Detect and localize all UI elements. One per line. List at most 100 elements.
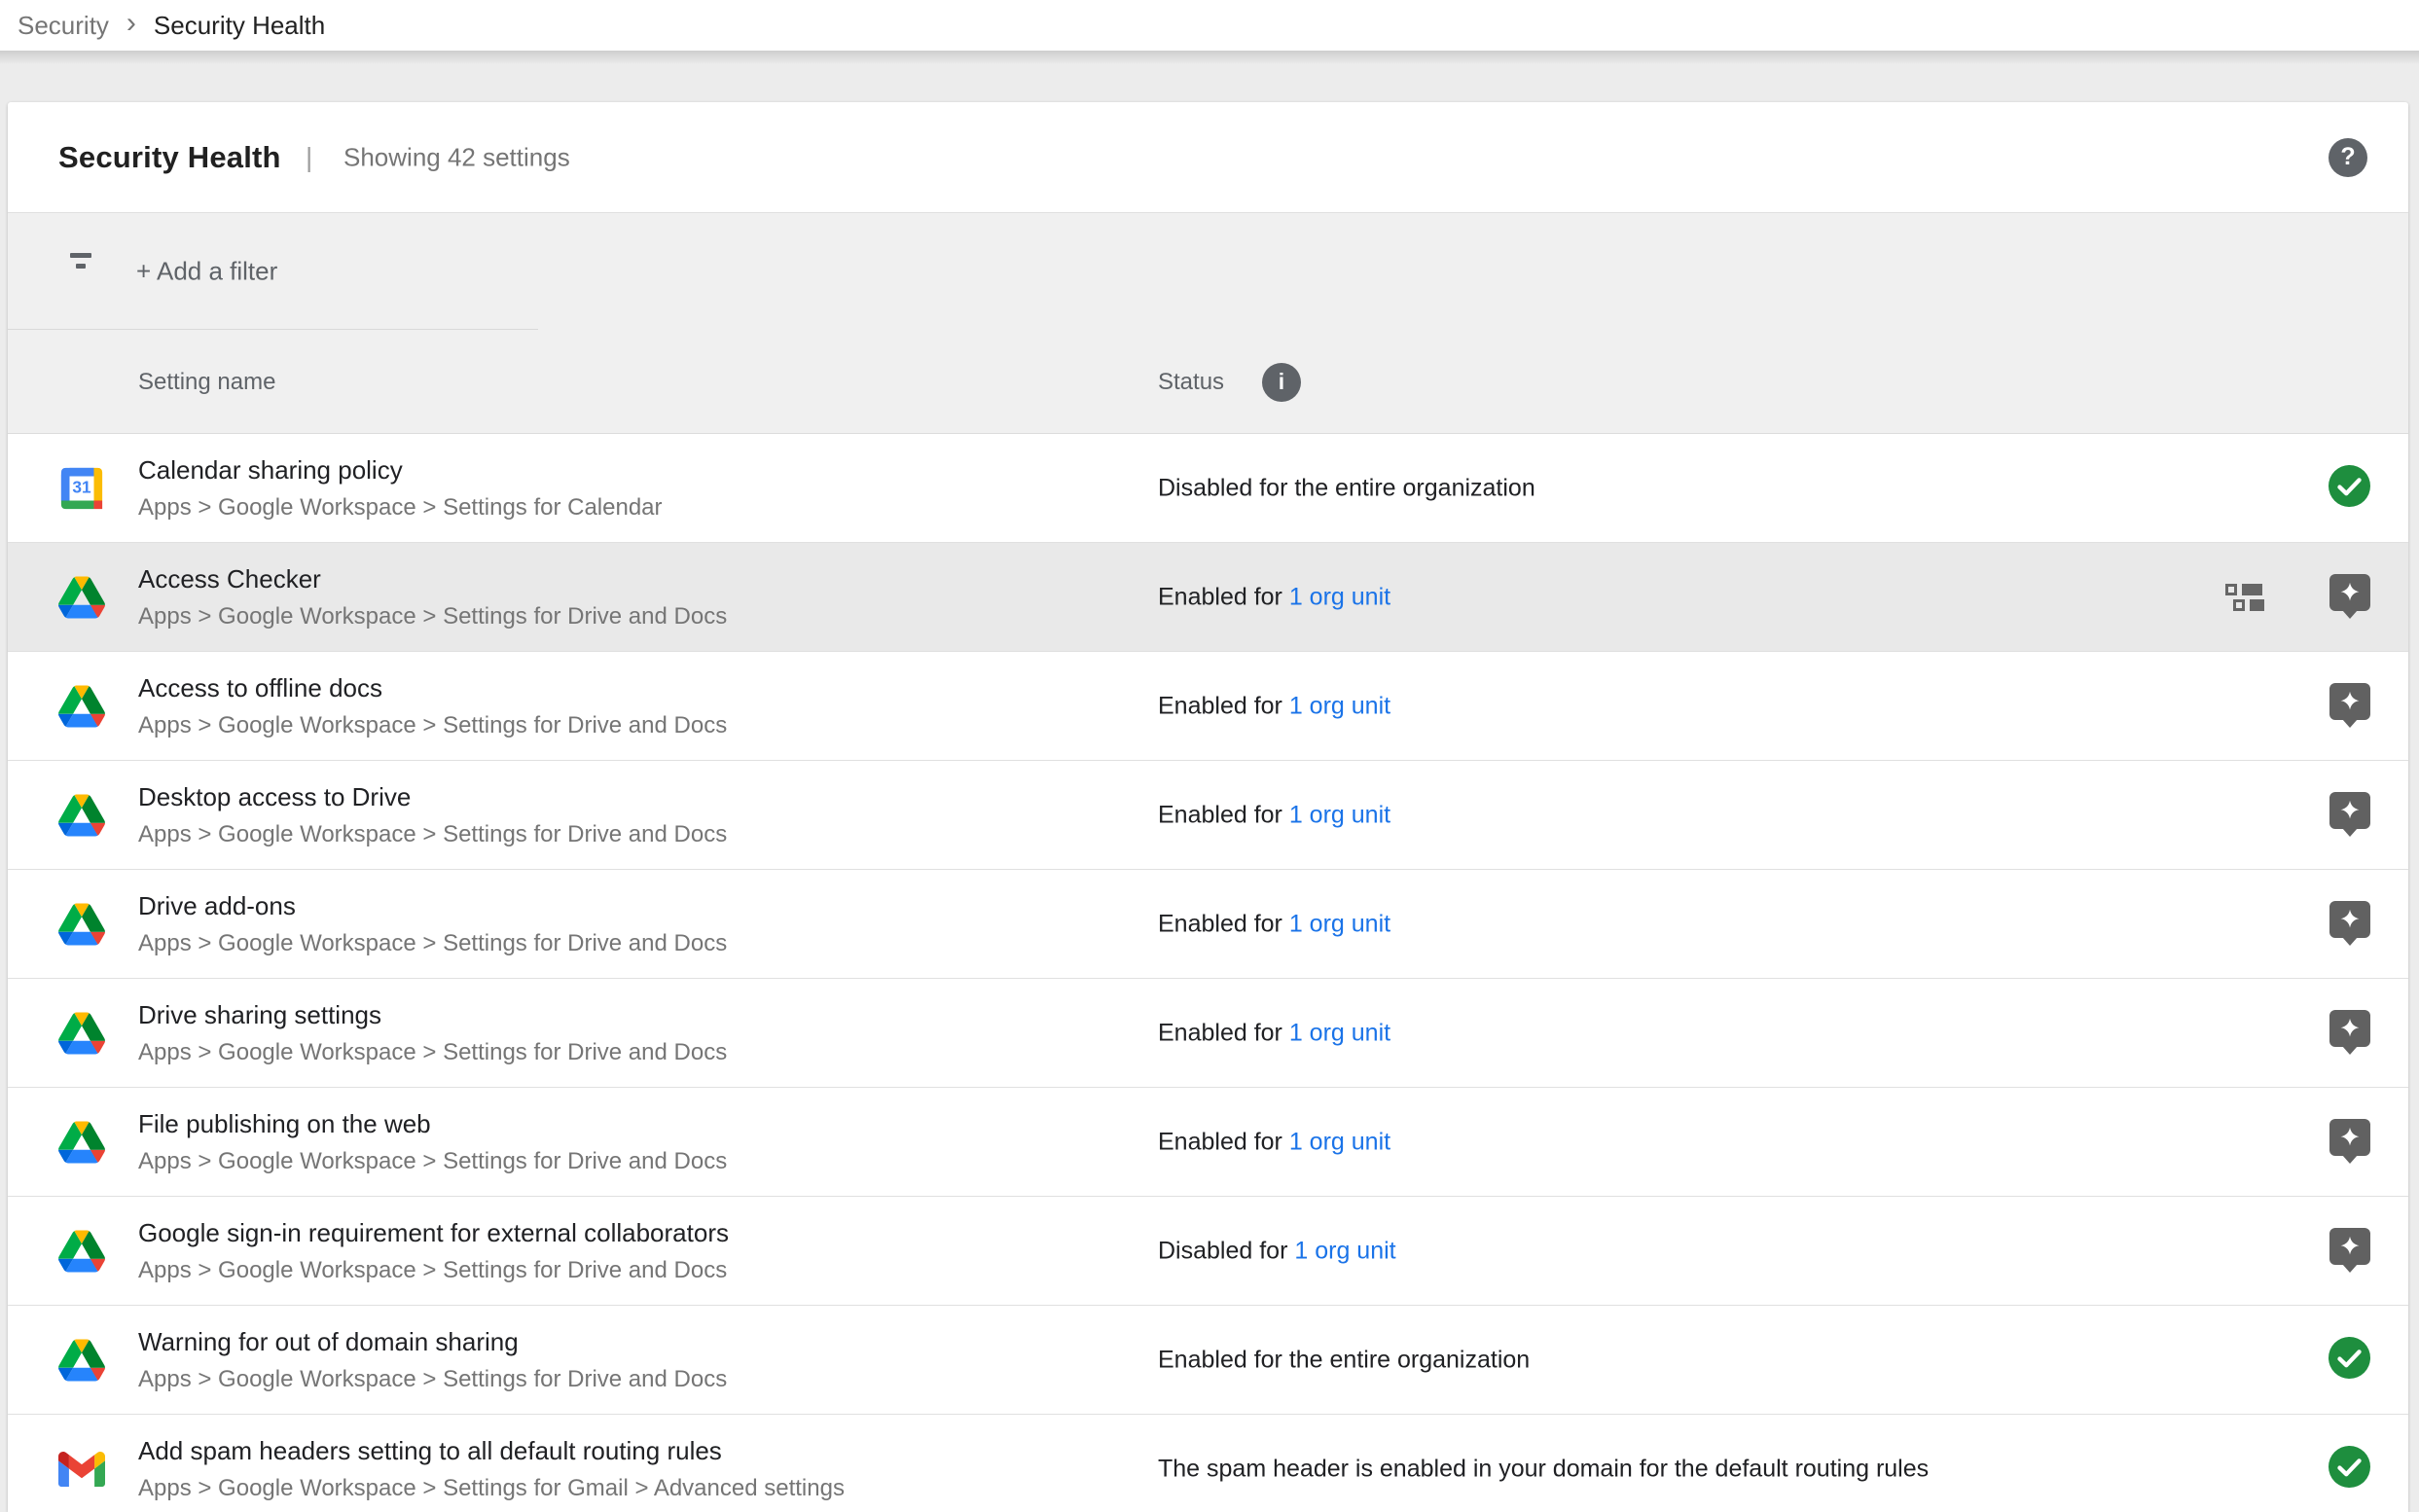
help-icon[interactable]: ? — [2329, 138, 2367, 177]
status-prefix: Enabled for the entire organization — [1158, 1346, 1530, 1373]
setting-text-block: Calendar sharing policy Apps > Google Wo… — [138, 455, 663, 522]
setting-text-block: File publishing on the web Apps > Google… — [138, 1109, 727, 1175]
setting-path: Apps > Google Workspace > Settings for D… — [138, 1148, 727, 1175]
org-unit-link[interactable]: 1 org unit — [1289, 583, 1390, 610]
card-header: Security Health | Showing 42 settings ? — [8, 102, 2408, 212]
security-health-card: Security Health | Showing 42 settings ? … — [8, 102, 2408, 1512]
table-row[interactable]: Access Checker Apps > Google Workspace >… — [8, 543, 2408, 652]
setting-text-block: Add spam headers setting to all default … — [138, 1436, 845, 1502]
settings-table: 31 Calendar sharing policy Apps > Google… — [8, 434, 2408, 1512]
settings-count: Showing 42 settings — [343, 142, 570, 172]
gmail-icon — [58, 1446, 105, 1493]
table-row[interactable]: Google sign-in requirement for external … — [8, 1197, 2408, 1306]
setting-title: Warning for out of domain sharing — [138, 1327, 727, 1357]
setting-text-block: Google sign-in requirement for external … — [138, 1218, 729, 1284]
org-unit-link[interactable]: 1 org unit — [1294, 1237, 1395, 1264]
add-filter-button[interactable]: + Add a filter — [136, 257, 277, 287]
org-structure-icon — [2225, 584, 2264, 611]
breadcrumb-item-security[interactable]: Security — [18, 11, 109, 41]
table-row[interactable]: File publishing on the web Apps > Google… — [8, 1088, 2408, 1197]
setting-text-block: Access Checker Apps > Google Workspace >… — [138, 564, 727, 630]
setting-path: Apps > Google Workspace > Settings for D… — [138, 1257, 729, 1284]
status-text: Disabled for the entire organization — [1158, 474, 1535, 502]
setting-path: Apps > Google Workspace > Settings for C… — [138, 494, 663, 522]
recommendation-badge-icon[interactable] — [2329, 901, 2370, 938]
status-text: Enabled for 1 org unit — [1158, 801, 1390, 829]
table-row[interactable]: Drive add-ons Apps > Google Workspace > … — [8, 870, 2408, 979]
app-icon-slot — [58, 683, 105, 730]
org-unit-link[interactable]: 1 org unit — [1289, 801, 1390, 828]
drive-icon — [58, 683, 105, 730]
table-row[interactable]: 31 Calendar sharing policy Apps > Google… — [8, 434, 2408, 543]
recommendation-badge-icon[interactable] — [2329, 1119, 2370, 1156]
title-separator: | — [306, 142, 312, 173]
org-unit-link[interactable]: 1 org unit — [1289, 1019, 1390, 1046]
setting-text-block: Access to offline docs Apps > Google Wor… — [138, 673, 727, 739]
filter-and-header-band: + Add a filter Setting name Status i — [8, 212, 2408, 434]
chevron-right-icon: › — [126, 7, 136, 40]
status-text: Disabled for 1 org unit — [1158, 1237, 1396, 1265]
recommendation-badge-icon[interactable] — [2329, 792, 2370, 829]
status-text: Enabled for 1 org unit — [1158, 583, 1390, 611]
setting-title: Desktop access to Drive — [138, 782, 727, 812]
app-icon-slot — [58, 1446, 105, 1493]
status-text: Enabled for 1 org unit — [1158, 1019, 1390, 1047]
info-icon[interactable]: i — [1262, 363, 1301, 402]
org-unit-link[interactable]: 1 org unit — [1289, 692, 1390, 719]
status-prefix: Enabled for — [1158, 583, 1289, 610]
setting-title: File publishing on the web — [138, 1109, 727, 1139]
recommendation-badge-icon[interactable] — [2329, 574, 2370, 611]
app-icon-slot — [58, 1010, 105, 1057]
drive-icon — [58, 1228, 105, 1275]
table-row[interactable]: Warning for out of domain sharing Apps >… — [8, 1306, 2408, 1415]
setting-path: Apps > Google Workspace > Settings for D… — [138, 603, 727, 630]
filter-row: + Add a filter — [8, 213, 2408, 330]
status-prefix: Enabled for — [1158, 1019, 1289, 1046]
org-unit-link[interactable]: 1 org unit — [1289, 910, 1390, 937]
status-prefix: Enabled for — [1158, 910, 1289, 937]
status-prefix: The spam header is enabled in your domai… — [1158, 1455, 1929, 1482]
top-bar: Security › Security Health — [0, 0, 2419, 51]
setting-text-block: Warning for out of domain sharing Apps >… — [138, 1327, 727, 1393]
app-icon-slot — [58, 901, 105, 948]
status-prefix: Enabled for — [1158, 1128, 1289, 1155]
breadcrumb: Security › Security Health — [0, 7, 325, 44]
setting-path: Apps > Google Workspace > Settings for D… — [138, 930, 727, 957]
topbar-shadow — [0, 51, 2419, 64]
setting-path: Apps > Google Workspace > Settings for D… — [138, 821, 727, 848]
setting-path: Apps > Google Workspace > Settings for D… — [138, 1366, 727, 1393]
recommendation-badge-icon[interactable] — [2329, 683, 2370, 720]
setting-title: Calendar sharing policy — [138, 455, 663, 486]
recommendation-badge-icon[interactable] — [2329, 1228, 2370, 1265]
table-row[interactable]: Drive sharing settings Apps > Google Wor… — [8, 979, 2408, 1088]
column-header-status: Status — [1158, 369, 1224, 396]
table-row[interactable]: Add spam headers setting to all default … — [8, 1415, 2408, 1512]
success-check-icon — [2329, 465, 2370, 512]
setting-path: Apps > Google Workspace > Settings for G… — [138, 1475, 845, 1502]
setting-title: Drive add-ons — [138, 891, 727, 921]
success-check-icon — [2329, 1446, 2370, 1493]
table-header-row: Setting name Status i — [8, 330, 2408, 434]
setting-text-block: Drive add-ons Apps > Google Workspace > … — [138, 891, 727, 957]
status-text: The spam header is enabled in your domai… — [1158, 1455, 1929, 1483]
app-icon-slot — [58, 574, 105, 621]
table-row[interactable]: Access to offline docs Apps > Google Wor… — [8, 652, 2408, 761]
drive-icon — [58, 1337, 105, 1384]
drive-icon — [58, 792, 105, 839]
setting-title: Drive sharing settings — [138, 1000, 727, 1030]
table-row[interactable]: Desktop access to Drive Apps > Google Wo… — [8, 761, 2408, 870]
app-icon-slot: 31 — [58, 465, 105, 512]
org-unit-link[interactable]: 1 org unit — [1289, 1128, 1390, 1155]
success-check-icon — [2329, 1337, 2370, 1384]
app-icon-slot — [58, 1119, 105, 1166]
app-icon-slot — [58, 1228, 105, 1275]
status-text: Enabled for the entire organization — [1158, 1346, 1530, 1374]
calendar-icon: 31 — [58, 465, 105, 512]
status-prefix: Enabled for — [1158, 801, 1289, 828]
recommendation-badge-icon[interactable] — [2329, 1010, 2370, 1047]
page-title: Security Health — [58, 140, 281, 175]
filter-list-icon — [62, 253, 99, 290]
drive-icon — [58, 574, 105, 621]
drive-icon — [58, 901, 105, 948]
column-header-setting-name: Setting name — [138, 369, 275, 396]
